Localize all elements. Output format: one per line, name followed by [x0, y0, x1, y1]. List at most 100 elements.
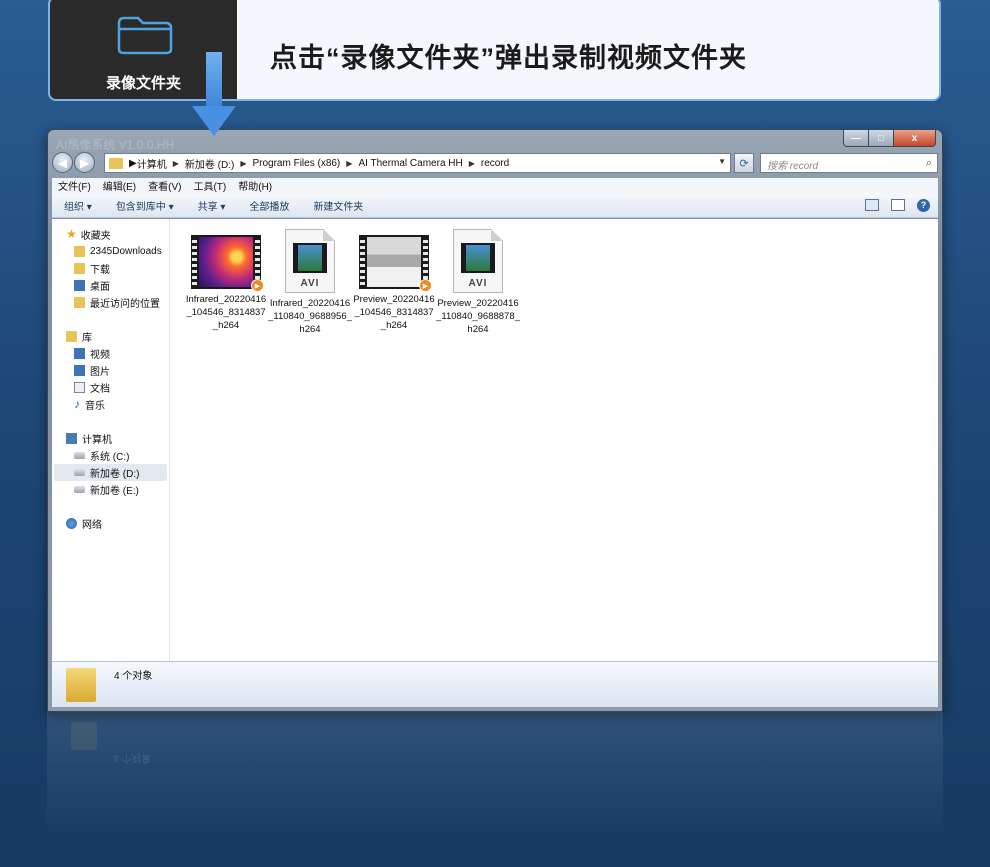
- file-list: ▶ Infrared_20220416_104546_8314837_h264 …: [184, 229, 520, 336]
- preview-video-thumbnail: ▶: [359, 235, 432, 292]
- details-pane: 4 个对象: [52, 661, 938, 707]
- drive-icon: [74, 486, 85, 493]
- navigation-row: ◀ ▶ ▶ 计算机 ▶ 新加卷 (D:) ▶ Program Files (x86)…: [52, 152, 938, 174]
- minimize-button[interactable]: —: [843, 130, 869, 147]
- play-badge-icon: ▶: [419, 279, 432, 292]
- instruction-banner: 录像文件夹 点击“录像文件夹”弹出录制视频文件夹: [48, 0, 941, 101]
- breadcrumb-app-folder[interactable]: AI Thermal Camera HH ▶: [358, 158, 480, 169]
- help-icon[interactable]: ?: [917, 198, 930, 212]
- network-icon: [66, 518, 77, 529]
- sidebar-item-2345downloads[interactable]: 2345Downloads: [52, 243, 169, 260]
- window-title: AI热像系统 V1.0.0.HH: [56, 138, 175, 152]
- sidebar-computer[interactable]: 计算机: [52, 430, 169, 447]
- film-strip-icon: [191, 235, 261, 289]
- play-all-button[interactable]: 全部播放: [237, 198, 301, 213]
- navigation-pane: ★ 收藏夹 2345Downloads 下载 桌面 最近访问的位置 库 视频 图片…: [52, 219, 170, 661]
- breadcrumb-arrow-icon: ▶: [240, 158, 247, 168]
- infrared-video-thumbnail: ▶: [191, 235, 264, 292]
- breadcrumb-program-files[interactable]: Program Files (x86) ▶: [252, 158, 358, 169]
- back-arrow-icon: ◀: [57, 155, 68, 170]
- sidebar-item-drive-e[interactable]: 新加卷 (E:): [52, 481, 169, 498]
- avi-label: AVI: [300, 278, 320, 289]
- organize-button[interactable]: 组织 ▾: [52, 198, 104, 213]
- breadcrumb-arrow-icon: ▶: [346, 158, 353, 168]
- menu-view[interactable]: 查看(V): [142, 178, 187, 193]
- file-name: Infrared_20220416_110840_9688956_h264: [268, 298, 352, 335]
- forward-arrow-icon: ▶: [79, 155, 90, 170]
- folder-icon: [109, 157, 123, 169]
- play-badge-icon: ▶: [251, 279, 264, 292]
- desktop-icon: [74, 280, 85, 291]
- search-placeholder: 搜索 record: [767, 161, 819, 172]
- avi-file-icon: AVI: [285, 229, 335, 293]
- sidebar-item-music[interactable]: ♪ 音乐: [52, 396, 169, 413]
- music-library-icon: ♪: [74, 397, 80, 411]
- refresh-button[interactable]: ⟳: [734, 153, 754, 173]
- file-item[interactable]: AVI Infrared_20220416_110840_9688956_h26…: [268, 229, 352, 336]
- picture-library-icon: [74, 365, 85, 376]
- maximize-button[interactable]: □: [869, 130, 894, 147]
- sidebar-item-drive-d[interactable]: 新加卷 (D:): [54, 464, 167, 481]
- new-folder-button[interactable]: 新建文件夹: [301, 198, 375, 213]
- system-drive-icon: [74, 452, 85, 459]
- include-in-library-button[interactable]: 包含到库中 ▾: [104, 198, 186, 213]
- down-arrow-icon: [192, 52, 236, 136]
- sidebar-item-videos[interactable]: 视频: [52, 345, 169, 362]
- file-item[interactable]: AVI Preview_20220416_110840_9688878_h264: [436, 229, 520, 336]
- breadcrumb-record[interactable]: record: [481, 158, 509, 169]
- file-item[interactable]: ▶ Preview_20220416_104546_8314837_h264: [352, 229, 436, 336]
- command-toolbar: 组织 ▾ 包含到库中 ▾ 共享 ▾ 全部播放 新建文件夹 ?: [52, 193, 938, 218]
- menu-file[interactable]: 文件(F): [52, 178, 97, 193]
- sidebar-favorites[interactable]: ★ 收藏夹: [52, 226, 169, 243]
- avi-label: AVI: [468, 278, 488, 289]
- search-input[interactable]: 搜索 record ⌕: [760, 153, 938, 173]
- window-controls: — □ x: [843, 130, 936, 147]
- document-library-icon: [74, 382, 85, 393]
- computer-icon: [66, 433, 77, 444]
- sidebar-item-downloads[interactable]: 下载: [52, 260, 169, 277]
- breadcrumb-arrow-icon: ▶: [129, 157, 137, 169]
- breadcrumb-arrow-icon: ▶: [468, 158, 475, 168]
- address-dropdown-icon[interactable]: ▼: [718, 157, 726, 166]
- sidebar-item-desktop[interactable]: 桌面: [52, 277, 169, 294]
- menu-edit[interactable]: 编辑(E): [97, 178, 142, 193]
- change-view-icon[interactable]: [865, 199, 879, 211]
- preview-pane-icon[interactable]: [891, 199, 905, 211]
- menu-help[interactable]: 帮助(H): [232, 178, 278, 193]
- recent-places-icon: [74, 297, 85, 308]
- sidebar-item-drive-c[interactable]: 系统 (C:): [52, 447, 169, 464]
- avi-file-icon: AVI: [453, 229, 503, 293]
- download-folder-icon: [74, 263, 85, 274]
- star-icon: ★: [66, 227, 77, 241]
- folder-icon: [74, 246, 85, 257]
- instruction-text: 点击“录像文件夹”弹出录制视频文件夹: [270, 43, 747, 73]
- file-name: Preview_20220416_110840_9688878_h264: [436, 298, 520, 335]
- breadcrumb-computer[interactable]: 计算机 ▶: [137, 156, 185, 171]
- menu-tools[interactable]: 工具(T): [187, 178, 232, 193]
- reflected-count: 4 个对象: [113, 752, 152, 763]
- window-reflection: 4 个对象: [47, 712, 943, 842]
- breadcrumb-arrow-icon: ▶: [172, 158, 179, 168]
- object-count: 4 个对象: [114, 671, 153, 682]
- search-icon: ⌕: [925, 157, 932, 169]
- explorer-window: AI热像系统 V1.0.0.HH — □ x ◀ ▶ ▶ 计算机 ▶ 新加卷 (D…: [47, 129, 943, 712]
- refresh-icon: ⟳: [739, 157, 749, 170]
- folder-outline-icon: [117, 16, 173, 55]
- share-button[interactable]: 共享 ▾: [186, 198, 238, 213]
- toolbar-right: ?: [865, 198, 938, 212]
- sidebar-item-recent[interactable]: 最近访问的位置: [52, 294, 169, 311]
- sidebar-item-documents[interactable]: 文档: [52, 379, 169, 396]
- sidebar-network[interactable]: 网络: [52, 515, 169, 532]
- file-name: Infrared_20220416_104546_8314837_h264: [185, 294, 267, 331]
- close-button[interactable]: x: [894, 130, 936, 147]
- forward-button[interactable]: ▶: [74, 152, 95, 173]
- file-item[interactable]: ▶ Infrared_20220416_104546_8314837_h264: [184, 229, 268, 336]
- sidebar-item-pictures[interactable]: 图片: [52, 362, 169, 379]
- sidebar-libraries[interactable]: 库: [52, 328, 169, 345]
- back-button[interactable]: ◀: [52, 152, 73, 173]
- address-bar[interactable]: ▶ 计算机 ▶ 新加卷 (D:) ▶ Program Files (x86) ▶ AI…: [104, 153, 731, 173]
- content-area: ★ 收藏夹 2345Downloads 下载 桌面 最近访问的位置 库 视频 图片…: [52, 219, 938, 661]
- film-strip-icon: [359, 235, 429, 289]
- library-icon: [66, 331, 77, 342]
- breadcrumb-drive-d[interactable]: 新加卷 (D:) ▶: [185, 156, 253, 171]
